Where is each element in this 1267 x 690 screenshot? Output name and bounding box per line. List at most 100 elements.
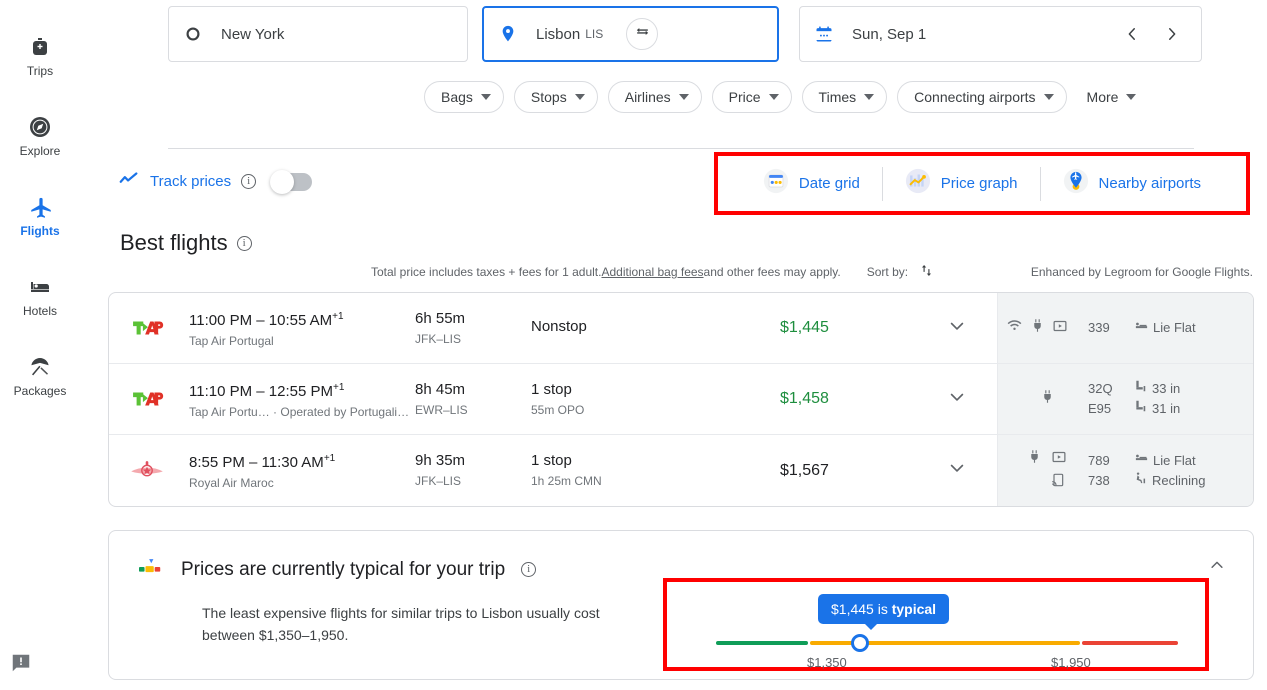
- chevron-down-icon: [864, 94, 875, 100]
- info-icon[interactable]: i: [521, 562, 537, 577]
- aircraft-codes: 339: [1088, 320, 1110, 335]
- chevron-down-icon: [1126, 94, 1137, 100]
- flight-times: 8:55 PM – 11:30 AM+1: [189, 453, 336, 471]
- filter-chip-airlines[interactable]: Airlines: [607, 81, 702, 113]
- filter-chip-price[interactable]: Price: [711, 81, 792, 113]
- filter-chip-more[interactable]: More: [1076, 81, 1149, 113]
- expand-flight-button[interactable]: [926, 458, 988, 483]
- sidebar-item-label: Packages: [13, 384, 67, 398]
- price-disclaimer-post: and other fees may apply.: [703, 265, 841, 279]
- price-gauge-marker: [851, 634, 869, 652]
- sidebar-item-packages[interactable]: Packages: [0, 336, 80, 416]
- top-spacer: [0, 0, 1267, 3]
- track-prices-toggle[interactable]: [270, 169, 313, 194]
- sort-by-control[interactable]: Sort by:: [867, 262, 935, 282]
- filter-chip-times[interactable]: Times: [801, 81, 888, 113]
- flight-summary[interactable]: 11:00 PM – 10:55 AM+1 Tap Air Portugal 6…: [109, 293, 997, 363]
- price-disclaimer-pre: Total price includes taxes + fees for 1 …: [371, 265, 602, 279]
- table-row[interactable]: 8:55 PM – 11:30 AM+1 Royal Air Maroc 9h …: [109, 435, 1253, 506]
- track-prices-control: Track prices i: [118, 168, 313, 195]
- legroom-note: Enhanced by Legroom for Google Flights.: [1030, 265, 1253, 279]
- additional-bag-fees-link[interactable]: Additional bag fees: [601, 265, 703, 279]
- filter-chip-label: Airlines: [624, 89, 671, 105]
- bed-icon: [28, 275, 52, 299]
- filter-chip-label: Times: [818, 89, 857, 105]
- flight-price: $1,445: [780, 319, 829, 336]
- track-prices-label[interactable]: Track prices: [150, 173, 231, 190]
- google-flights-results-page: Trips Explore Flights Hotels Packages Ne…: [0, 0, 1267, 690]
- filter-chip-stops[interactable]: Stops: [513, 81, 598, 113]
- sidebar-item-explore[interactable]: Explore: [0, 96, 80, 176]
- flight-duration: 8h 45m: [415, 380, 466, 398]
- chevron-down-icon: [768, 94, 779, 100]
- section-divider: [168, 148, 1194, 149]
- flight-stop-detail: 55m OPO: [531, 402, 585, 417]
- sort-by-label: Sort by:: [866, 265, 909, 279]
- power-outlet-icon: [1027, 449, 1042, 469]
- flight-summary[interactable]: 8:55 PM – 11:30 AM+1 Royal Air Maroc 9h …: [109, 435, 997, 506]
- flight-duration: 9h 35m: [415, 452, 466, 469]
- royal-air-maroc-logo: [129, 453, 164, 488]
- table-row[interactable]: 11:10 PM – 12:55 PM+1 Tap Air Portu… · O…: [109, 364, 1253, 435]
- expand-flight-button[interactable]: [926, 316, 988, 341]
- sidebar-item-label: Hotels: [22, 304, 57, 318]
- airplane-icon: [28, 195, 52, 219]
- nearby-airports-button[interactable]: Nearby airports: [1041, 164, 1224, 204]
- flight-stops-cell: 1 stop 1h 25m CMN: [531, 452, 780, 489]
- reclining-seat-icon: [1134, 471, 1148, 491]
- date-grid-button[interactable]: Date grid: [741, 164, 882, 204]
- flight-times: 11:10 PM – 12:55 PM+1: [189, 381, 345, 400]
- price-insights-card: Prices are currently typical for your tr…: [108, 530, 1254, 680]
- origin-field[interactable]: New York: [168, 6, 468, 62]
- previous-date-button[interactable]: [1117, 19, 1147, 49]
- price-gauge-bar: [716, 641, 1178, 645]
- swap-icon: [634, 23, 651, 45]
- trending-line-icon: [118, 168, 140, 195]
- video-screen-icon: [1052, 318, 1068, 339]
- flight-duration: 6h 55m: [415, 309, 466, 327]
- flight-stop-detail: 1h 25m CMN: [531, 474, 602, 488]
- collapse-insights-button[interactable]: [1203, 553, 1231, 581]
- origin-value: New York: [221, 25, 285, 43]
- price-graph-button[interactable]: Price graph: [883, 164, 1040, 204]
- best-flights-heading: Best flights: [120, 230, 228, 255]
- expand-flight-button[interactable]: [926, 387, 988, 412]
- seat-info: Lie Flat: [1134, 318, 1196, 339]
- feedback-icon[interactable]: [10, 652, 32, 674]
- filter-chip-connecting-airports[interactable]: Connecting airports: [897, 81, 1067, 113]
- date-field[interactable]: Sun, Sep 1: [799, 6, 1202, 62]
- price-insights-title: Prices are currently typical for your tr…: [181, 558, 506, 580]
- page-title: Best flights i: [120, 230, 252, 256]
- sidebar-item-flights[interactable]: Flights: [0, 176, 80, 256]
- price-gauge-low-segment: [716, 641, 808, 645]
- price-insights-icon: [137, 555, 165, 584]
- amenity-icons: [1006, 317, 1088, 339]
- swap-button[interactable]: [626, 18, 658, 50]
- filter-chip-label: More: [1086, 89, 1119, 105]
- amenity-icons: [1006, 449, 1088, 493]
- sidebar-item-trips[interactable]: Trips: [0, 16, 80, 96]
- nearby-airports-icon: [1063, 168, 1089, 199]
- info-icon[interactable]: i: [236, 235, 252, 251]
- travel-bag-icon: [28, 35, 52, 59]
- info-icon[interactable]: i: [241, 174, 257, 189]
- circle-origin-icon: [183, 24, 203, 44]
- price-graph-label: Price graph: [940, 175, 1018, 192]
- filter-chip-label: Stops: [530, 89, 567, 105]
- price-insights-body: The least expensive flights for similar …: [202, 605, 600, 643]
- chevron-down-icon: [678, 94, 689, 100]
- flight-time-cell: 11:10 PM – 12:55 PM+1 Tap Air Portu… · O…: [189, 379, 415, 420]
- flight-summary[interactable]: 11:10 PM – 12:55 PM+1 Tap Air Portu… · O…: [109, 364, 997, 434]
- sidebar-item-hotels[interactable]: Hotels: [0, 256, 80, 336]
- tap-air-portugal-logo: [129, 382, 164, 417]
- flight-times: 11:00 PM – 10:55 AM+1: [189, 310, 344, 329]
- flight-price-cell: $1,445: [780, 319, 926, 337]
- amenity-icons: [1006, 389, 1088, 409]
- flight-airline: Royal Air Maroc: [189, 476, 274, 490]
- table-row[interactable]: 11:00 PM – 10:55 AM+1 Tap Air Portugal 6…: [109, 293, 1253, 364]
- flight-stops: 1 stop: [531, 380, 572, 398]
- flight-time-cell: 11:00 PM – 10:55 AM+1 Tap Air Portugal: [189, 308, 415, 349]
- next-date-button[interactable]: [1157, 19, 1187, 49]
- tools-highlight-box: Date grid Price graph Nearby airports: [714, 152, 1250, 215]
- filter-chip-bags[interactable]: Bags: [424, 81, 504, 113]
